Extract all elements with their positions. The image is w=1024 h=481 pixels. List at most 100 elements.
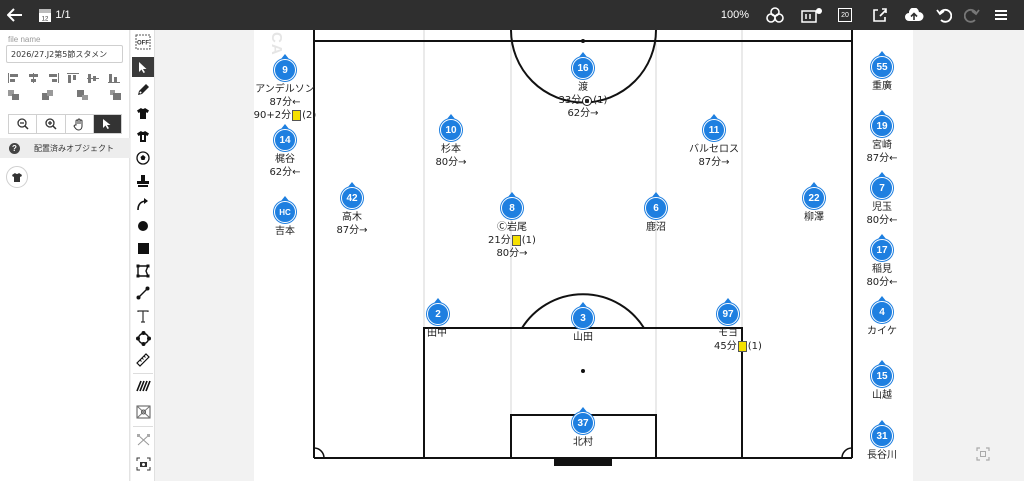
bench-player-55[interactable]: 55 重廣 xyxy=(837,51,927,93)
text-tool[interactable] xyxy=(132,306,154,326)
player-number-badge: 19 xyxy=(871,110,893,137)
snap-off-icon: OFF xyxy=(135,34,151,50)
send-backward-icon[interactable] xyxy=(42,90,54,100)
align-center-h-icon[interactable] xyxy=(28,73,40,83)
bench-player-19[interactable]: 19 宮崎 87分← xyxy=(837,110,927,165)
player-name: 稲見 xyxy=(872,264,892,275)
yellow-card-icon xyxy=(292,110,302,121)
player-name: 田中 xyxy=(427,328,447,339)
player-11[interactable]: 11 バルセロス 87分→ xyxy=(669,114,759,169)
square-icon xyxy=(137,242,149,254)
screenshot-tool[interactable] xyxy=(132,454,154,474)
curved-arrow-tool[interactable] xyxy=(132,194,154,214)
texture-tool[interactable] xyxy=(132,376,154,396)
cloud-upload-icon[interactable] xyxy=(903,0,925,30)
pen-icon xyxy=(138,84,149,95)
player-number-badge: 31 xyxy=(871,420,893,447)
player-37[interactable]: 37 北村 xyxy=(538,407,628,449)
send-to-back-icon[interactable] xyxy=(110,90,122,100)
circle-tool[interactable] xyxy=(132,216,154,236)
zoom-in-button[interactable] xyxy=(37,115,66,133)
player-number-badge: 22 xyxy=(803,182,825,209)
layers-icon[interactable] xyxy=(764,0,786,30)
polygon-tool[interactable] xyxy=(132,261,154,281)
bench-player-7[interactable]: 7 児玉 80分← xyxy=(837,172,927,227)
player-6[interactable]: 6 鹿沼 xyxy=(611,192,701,234)
stamp-tool[interactable] xyxy=(132,171,154,191)
align-right-icon[interactable] xyxy=(47,73,59,83)
placed-shirt-object[interactable] xyxy=(6,166,28,188)
player-name: 山越 xyxy=(872,390,892,401)
player-97[interactable]: 97 モヨ 45分 (1) xyxy=(683,298,773,353)
player-shirt-tool[interactable] xyxy=(132,103,154,123)
player-name: 山田 xyxy=(573,332,593,343)
player-number-badge: 55 xyxy=(871,51,893,78)
fit-screen-icon[interactable] xyxy=(976,446,990,461)
align-left-icon[interactable] xyxy=(8,73,20,83)
redo-icon[interactable] xyxy=(962,0,982,30)
ball-tool[interactable] xyxy=(132,148,154,168)
player-shirt-alt-tool[interactable] xyxy=(132,126,154,146)
grid-lines-tool[interactable] xyxy=(132,430,154,450)
board-settings-icon[interactable] xyxy=(800,0,824,30)
help-icon[interactable]: ? xyxy=(9,142,20,154)
zoom-level[interactable]: 100% xyxy=(718,0,752,30)
card-time: 21分 xyxy=(488,235,511,246)
undo-icon[interactable] xyxy=(934,0,954,30)
menu-icon[interactable] xyxy=(992,0,1010,30)
player-number-badge: 17 xyxy=(871,234,893,261)
head-coach[interactable]: HC 吉本 xyxy=(240,196,330,238)
player-number-badge: 14 xyxy=(274,124,296,151)
snap-off-toggle[interactable]: OFF xyxy=(132,32,154,52)
line-tool[interactable] xyxy=(132,283,154,303)
bench-player-15[interactable]: 15 山越 xyxy=(837,360,927,402)
align-bottom-icon[interactable] xyxy=(108,73,120,83)
top-toolbar: 12 1/1 100% 20 xyxy=(0,0,1024,30)
pen-tool[interactable] xyxy=(132,80,154,100)
sub-line: 62分← xyxy=(269,167,301,178)
zoom-in-icon xyxy=(45,118,57,130)
player-name: 長谷川 xyxy=(867,450,897,461)
player-3[interactable]: 3 山田 xyxy=(538,302,628,344)
bench-player-14[interactable]: 14 梶谷 62分← xyxy=(240,124,330,179)
field-pattern-tool[interactable] xyxy=(132,402,154,422)
share-icon[interactable] xyxy=(870,0,890,30)
bring-to-front-icon[interactable] xyxy=(77,90,89,100)
bench-player-9[interactable]: 9 アンデルソン 87分← 90+2分 (2) xyxy=(240,54,330,122)
player-10[interactable]: 10 杉本 80分→ xyxy=(406,114,496,169)
bench-player-31[interactable]: 31 長谷川 xyxy=(837,420,927,462)
player-name: 北村 xyxy=(573,437,593,448)
calendar-icon[interactable]: 12 xyxy=(36,0,54,30)
align-middle-v-icon[interactable] xyxy=(87,73,99,83)
zoom-out-icon xyxy=(16,118,29,130)
back-arrow-icon[interactable] xyxy=(4,0,26,30)
select-tool[interactable] xyxy=(132,57,154,77)
rectangle-tool[interactable] xyxy=(132,238,154,258)
pan-hand-button[interactable] xyxy=(65,115,94,133)
size-badge[interactable]: 20 xyxy=(836,0,854,30)
card-count: (1) xyxy=(521,235,536,246)
bench-player-4[interactable]: 4 カイケ xyxy=(837,296,927,338)
ruler-tool[interactable] xyxy=(132,350,154,370)
hand-icon xyxy=(73,118,83,131)
player-number-badge: 37 xyxy=(572,407,594,434)
sub-line: 80分← xyxy=(866,277,898,288)
placed-objects-header[interactable]: ? 配置済みオブジェクト xyxy=(0,138,130,158)
formation-tool[interactable] xyxy=(132,328,154,348)
zoom-out-button[interactable] xyxy=(9,115,38,133)
align-top-icon[interactable] xyxy=(67,73,79,83)
bring-forward-icon[interactable] xyxy=(8,90,20,100)
pointer-mode-button[interactable] xyxy=(93,115,121,133)
bench-player-17[interactable]: 17 稲見 80分← xyxy=(837,234,927,289)
player-8[interactable]: 8 Ⓒ岩尾 21分 (1) 80分→ xyxy=(467,192,557,260)
sub-line: 87分← xyxy=(866,153,898,164)
card-time: 45分 xyxy=(714,341,737,352)
player-2[interactable]: 2 田中 xyxy=(393,298,483,340)
field-grid-icon xyxy=(136,405,150,419)
player-name: 渡 xyxy=(578,82,588,93)
sub-line: 80分← xyxy=(866,215,898,226)
file-name-input[interactable] xyxy=(6,45,123,63)
player-16[interactable]: 16 渡 33分 (1) 62分→ xyxy=(538,52,628,120)
player-name: モヨ xyxy=(718,328,738,339)
sub-line: 87分← xyxy=(269,97,301,108)
